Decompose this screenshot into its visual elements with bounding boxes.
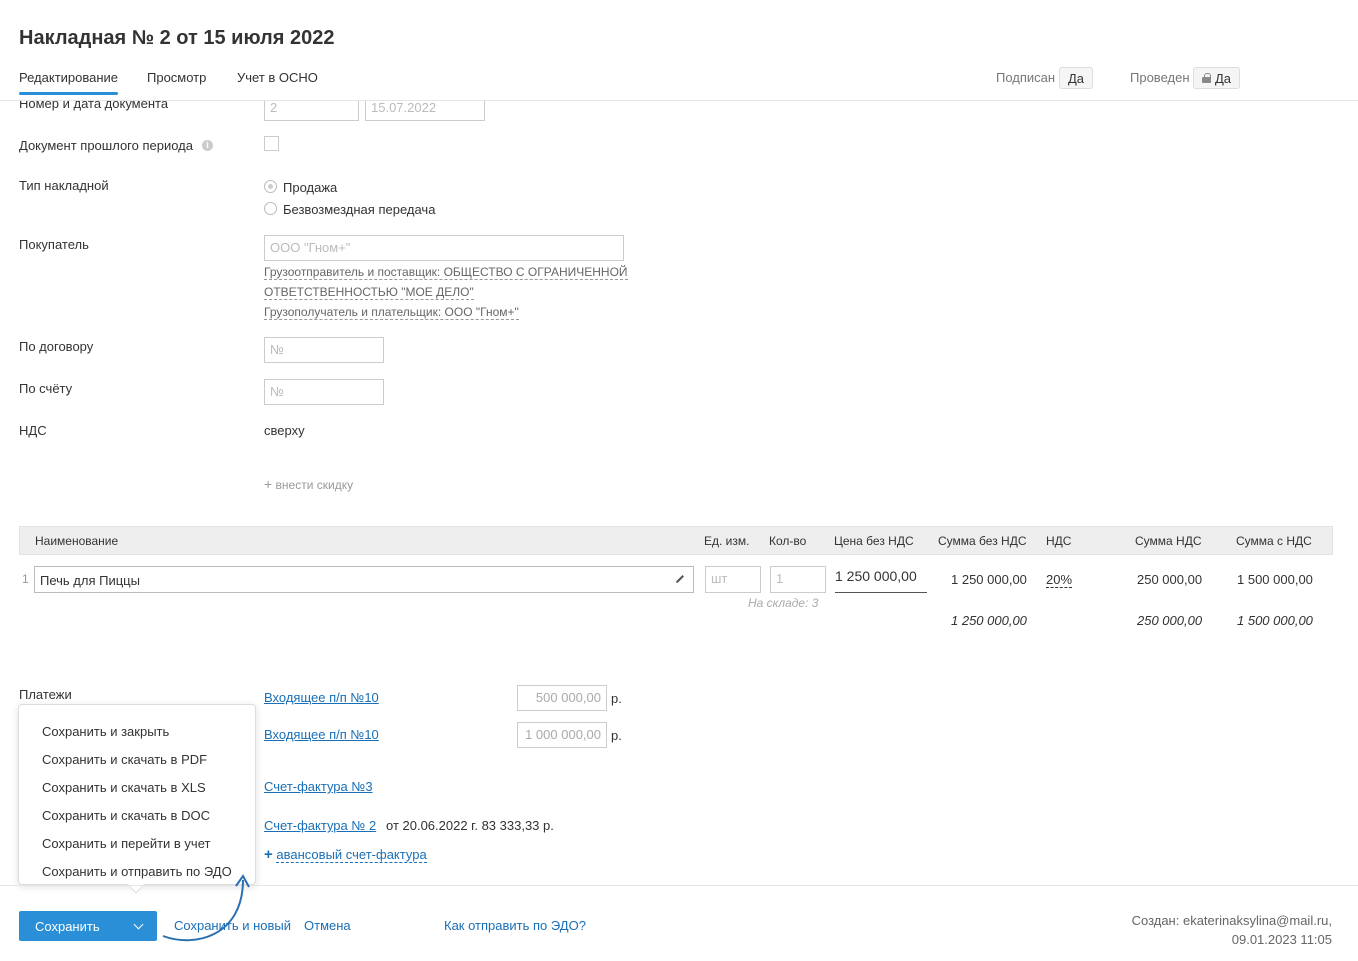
plus-icon: +: [264, 846, 273, 863]
invoice-link-2[interactable]: Счет-фактура № 2: [264, 818, 376, 833]
contract-input[interactable]: №: [264, 337, 384, 363]
col-price: Цена без НДС: [834, 534, 914, 548]
row-index: 1: [22, 572, 29, 586]
unit-input[interactable]: шт: [705, 566, 761, 593]
payment-amount-1[interactable]: 500 000,00: [517, 685, 607, 711]
payments-label: Платежи: [19, 687, 72, 702]
menu-save-accounting[interactable]: Сохранить и перейти в учет: [42, 836, 210, 851]
pencil-icon[interactable]: [674, 573, 686, 585]
row-vat-sum: 250 000,00: [1137, 572, 1203, 587]
date-input[interactable]: 15.07.2022: [365, 100, 485, 121]
past-period-checkbox[interactable]: [264, 136, 279, 151]
add-discount-label: внести скидку: [275, 478, 354, 492]
signed-value: Да: [1068, 70, 1085, 86]
contract-label: По договору: [19, 339, 94, 354]
total-sum-with-vat: 1 500 000,00: [1237, 613, 1313, 628]
tab-edit[interactable]: Редактирование: [19, 70, 119, 95]
qty-input[interactable]: 1: [770, 566, 826, 593]
consignee-link[interactable]: Грузополучатель и плательщик: ООО "Гном+…: [264, 304, 519, 320]
save-button[interactable]: Сохранить: [19, 919, 119, 934]
number-input[interactable]: 2: [264, 100, 359, 121]
cancel-link[interactable]: Отмена: [304, 918, 351, 933]
item-name: Печь для Пиццы: [40, 573, 140, 588]
save-button-group: Сохранить: [19, 911, 157, 941]
shipper-link[interactable]: Грузоотправитель и поставщик: ОБЩЕСТВО С…: [264, 264, 628, 280]
menu-save-doc[interactable]: Сохранить и скачать в DOC: [42, 808, 210, 823]
scrolled-row: Номер и дата документа 2 15.07.2022: [0, 100, 1358, 130]
number-date-label: Номер и дата документа: [19, 100, 169, 111]
payment-currency-1: р.: [611, 691, 622, 706]
account-label: По счёту: [19, 381, 73, 396]
menu-save-xls[interactable]: Сохранить и скачать в XLS: [42, 780, 206, 795]
advance-invoice-link[interactable]: + авансовый счет-фактура: [264, 846, 427, 863]
posted-value: Да: [1215, 70, 1232, 86]
buyer-input[interactable]: ООО "Гном+": [264, 235, 624, 261]
row-sum-no-vat: 1 250 000,00: [951, 572, 1027, 587]
col-name: Наименование: [35, 534, 119, 548]
tab-osno[interactable]: Учет в ОСНО: [237, 70, 318, 85]
info-icon[interactable]: i: [202, 140, 213, 151]
buyer-label: Покупатель: [19, 237, 89, 252]
posted-label: Проведен: [1130, 70, 1190, 85]
tab-view[interactable]: Просмотр: [147, 70, 206, 85]
signed-toggle[interactable]: Да: [1059, 67, 1094, 89]
payment-link-2[interactable]: Входящее п/п №10: [264, 727, 379, 742]
vat-rate-select[interactable]: 20%: [1046, 572, 1073, 588]
col-sum-with-vat: Сумма с НДС: [1236, 534, 1312, 548]
annotation-arrow-icon: [162, 874, 250, 942]
past-period-label: Документ прошлого периода: [19, 138, 193, 153]
item-name-input[interactable]: Печь для Пиццы: [34, 566, 694, 593]
created-by: Создан: ekaterinaksylina@mail.ru,: [1131, 913, 1332, 928]
col-vat-sum: Сумма НДС: [1135, 534, 1202, 548]
add-discount-link[interactable]: + внести скидку: [264, 476, 353, 492]
col-sum-no-vat: Сумма без НДС: [938, 534, 1027, 548]
col-unit: Ед. изм.: [704, 534, 750, 548]
total-vat-sum: 250 000,00: [1137, 613, 1203, 628]
vat-label: НДС: [19, 423, 47, 438]
shipper-line-2: ОТВЕТСТВЕННОСТЬЮ "МОЕ ДЕЛО": [264, 285, 474, 300]
radio-free-transfer[interactable]: [264, 202, 277, 215]
invoice-link-3[interactable]: Счет-фактура №3: [264, 779, 373, 794]
payment-amount-2[interactable]: 1 000 000,00: [517, 722, 607, 748]
radio-free-transfer-label[interactable]: Безвозмездная передача: [283, 202, 435, 217]
created-at: 09.01.2023 11:05: [1231, 932, 1332, 947]
shipper-line-1: Грузоотправитель и поставщик: ОБЩЕСТВО С…: [264, 265, 628, 280]
menu-save-close[interactable]: Сохранить и закрыть: [42, 724, 169, 739]
posted-toggle[interactable]: Да: [1193, 67, 1241, 89]
payment-link-1[interactable]: Входящее п/п №10: [264, 690, 379, 705]
vat-mode[interactable]: сверху: [264, 423, 305, 438]
header-divider: [0, 100, 1358, 101]
edo-help-link[interactable]: Как отправить по ЭДО?: [444, 918, 586, 933]
plus-icon: +: [264, 476, 273, 492]
payment-currency-2: р.: [611, 728, 622, 743]
total-sum-no-vat: 1 250 000,00: [951, 613, 1027, 628]
advance-invoice-label: авансовый счет-фактура: [276, 847, 427, 863]
radio-sale[interactable]: [264, 180, 277, 193]
row-sum-with-vat: 1 500 000,00: [1237, 572, 1313, 587]
invoice-type-label: Тип накладной: [19, 178, 109, 193]
col-vat: НДС: [1046, 534, 1072, 548]
col-qty: Кол-во: [769, 534, 807, 548]
shipper-link-2[interactable]: ОТВЕТСТВЕННОСТЬЮ "МОЕ ДЕЛО": [264, 284, 474, 300]
lock-icon: [1202, 73, 1211, 83]
stock-note: На складе: 3: [748, 596, 819, 610]
save-dropdown-toggle[interactable]: [119, 919, 157, 929]
account-input[interactable]: №: [264, 379, 384, 405]
radio-sale-label[interactable]: Продажа: [283, 180, 337, 195]
consignee-line: Грузополучатель и плательщик: ООО "Гном+…: [264, 305, 519, 320]
chevron-down-icon: [133, 919, 143, 929]
price-input[interactable]: 1 250 000,00: [835, 568, 927, 593]
signed-label: Подписан: [996, 70, 1056, 85]
invoice-2-details: от 20.06.2022 г. 83 333,33 р.: [386, 818, 554, 833]
menu-save-pdf[interactable]: Сохранить и скачать в PDF: [42, 752, 207, 767]
page-title: Накладная № 2 от 15 июля 2022: [19, 27, 335, 49]
